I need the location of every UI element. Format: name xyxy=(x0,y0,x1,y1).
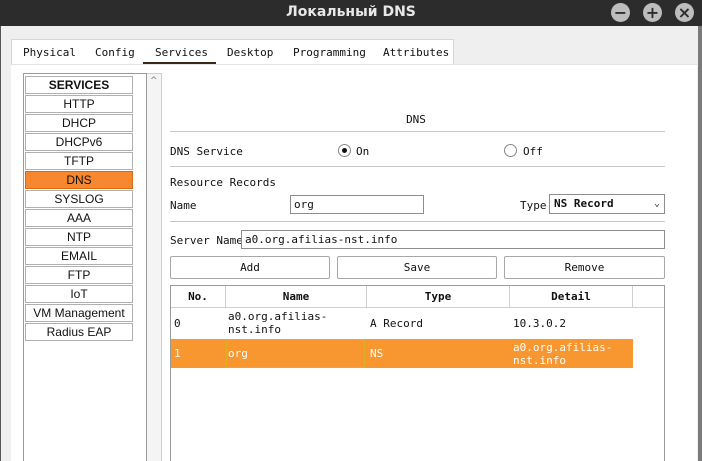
sidebar-item-dhcp[interactable]: DHCP xyxy=(25,114,133,132)
add-button[interactable]: Add xyxy=(170,256,330,279)
sidebar-header: SERVICES xyxy=(25,76,133,94)
window-title: Локальный DNS xyxy=(286,4,416,20)
dns-on-radio[interactable] xyxy=(338,144,351,157)
sidebar-item-ftp[interactable]: FTP xyxy=(25,266,133,284)
window-body: Physical Config Services Desktop Program… xyxy=(0,26,702,461)
services-content: SERVICES HTTP DHCP DHCPv6 TFTP DNS SYSLO… xyxy=(11,64,697,461)
cell-detail: 10.3.0.2 xyxy=(513,317,566,330)
type-select-value: NS Record xyxy=(554,197,614,210)
remove-button[interactable]: Remove xyxy=(504,256,665,279)
column-header-type: Type xyxy=(367,286,510,308)
dns-off-label[interactable]: Off xyxy=(523,145,543,158)
sidebar-item-email[interactable]: EMAIL xyxy=(25,247,133,265)
scroll-up-icon[interactable]: ^ xyxy=(150,76,158,86)
type-select[interactable]: NS Record ⌄ xyxy=(549,194,665,214)
tab-attributes[interactable]: Attributes xyxy=(383,46,449,59)
cell-name: nst.info xyxy=(228,323,281,336)
chevron-down-icon: ⌄ xyxy=(653,198,660,209)
table-row-selected[interactable]: 1 org NS a0.org.afilias- nst.info xyxy=(171,339,633,368)
divider xyxy=(170,166,665,167)
cell-detail: a0.org.afilias- xyxy=(513,341,613,354)
server-name-label: Server Name xyxy=(170,234,243,247)
cell-type: NS xyxy=(370,347,384,360)
sidebar-item-syslog[interactable]: SYSLOG xyxy=(25,190,133,208)
dns-off-radio[interactable] xyxy=(504,144,517,157)
type-label: Type xyxy=(520,199,547,212)
tab-physical[interactable]: Physical xyxy=(23,46,76,59)
name-input[interactable]: org xyxy=(290,195,424,214)
sidebar-item-http[interactable]: HTTP xyxy=(25,95,133,113)
cell-no: 1 xyxy=(174,347,181,360)
sidebar-item-dns[interactable]: DNS xyxy=(25,171,133,189)
resource-records-label: Resource Records xyxy=(170,176,276,189)
dns-on-label[interactable]: On xyxy=(356,145,369,158)
divider xyxy=(170,221,665,222)
sidebar-scrollbar[interactable]: ^ xyxy=(147,73,162,461)
cell-detail: nst.info xyxy=(513,354,566,367)
services-sidebar: SERVICES HTTP DHCP DHCPv6 TFTP DNS SYSLO… xyxy=(23,73,147,461)
sidebar-item-iot[interactable]: IoT xyxy=(25,285,133,303)
records-table: No. Name Type Detail 0 a0.org.afilias- n… xyxy=(170,285,665,461)
tab-services[interactable]: Services xyxy=(155,46,208,59)
sidebar-item-vm-management[interactable]: VM Management xyxy=(25,304,133,322)
panel-title: DNS xyxy=(406,113,426,126)
sidebar-item-aaa[interactable]: AAA xyxy=(25,209,133,227)
server-name-input[interactable]: a0.org.afilias-nst.info xyxy=(241,230,665,249)
close-icon[interactable]: × xyxy=(675,3,694,22)
column-header-no: No. xyxy=(171,286,226,308)
column-header-name: Name xyxy=(226,286,367,308)
maximize-icon[interactable]: + xyxy=(643,3,662,22)
window-edge xyxy=(698,26,702,461)
dns-service-label: DNS Service xyxy=(170,145,243,158)
minimize-icon[interactable]: − xyxy=(611,3,630,22)
sidebar-item-tftp[interactable]: TFTP xyxy=(25,152,133,170)
cell-name: org xyxy=(228,347,248,360)
divider xyxy=(170,131,665,132)
save-button[interactable]: Save xyxy=(337,256,497,279)
radio-selected-dot xyxy=(342,148,347,153)
sidebar-item-dhcpv6[interactable]: DHCPv6 xyxy=(25,133,133,151)
tab-programming[interactable]: Programming xyxy=(293,46,366,59)
cell-type: A Record xyxy=(370,317,423,330)
column-header-filler xyxy=(633,286,664,308)
name-label: Name xyxy=(170,199,197,212)
cell-name: a0.org.afilias- xyxy=(228,310,328,323)
tab-config[interactable]: Config xyxy=(95,46,135,59)
sidebar-item-ntp[interactable]: NTP xyxy=(25,228,133,246)
column-header-detail: Detail xyxy=(510,286,633,308)
window-titlebar: Локальный DNS − + × xyxy=(0,0,702,26)
sidebar-item-radius-eap[interactable]: Radius EAP xyxy=(25,323,133,341)
tab-desktop[interactable]: Desktop xyxy=(227,46,273,59)
cell-no: 0 xyxy=(174,317,181,330)
tab-bar: Physical Config Services Desktop Program… xyxy=(11,39,454,65)
